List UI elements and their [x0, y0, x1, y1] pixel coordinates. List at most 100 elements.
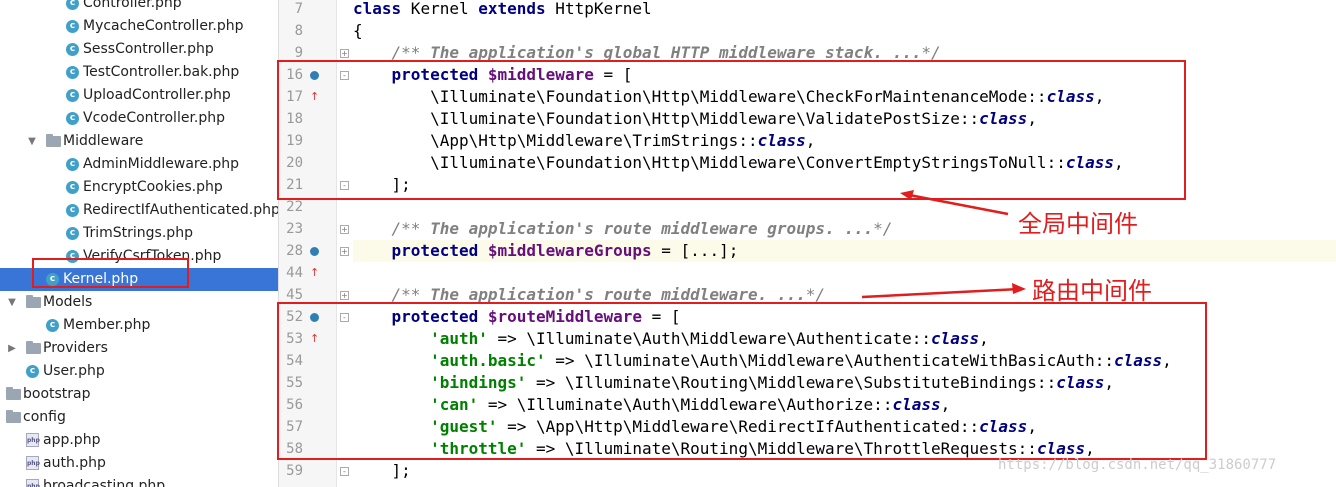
tree-item[interactable]: c User.php [0, 360, 278, 383]
code-line[interactable] [353, 262, 1336, 284]
tree-item[interactable]: config [0, 406, 278, 429]
tree-item[interactable]: c SessController.php [0, 38, 278, 61]
fold-expand-icon[interactable]: + [340, 225, 349, 234]
php-class-icon: c [66, 0, 79, 10]
folder-icon [6, 387, 21, 400]
code-line[interactable]: protected $middlewareGroups = [...]; [353, 240, 1336, 262]
tree-item-label: Providers [43, 340, 108, 356]
tree-item-label: User.php [43, 363, 105, 379]
folder-icon [26, 341, 41, 354]
tree-item-label: EncryptCookies.php [83, 179, 223, 195]
tree-item-label: auth.php [43, 455, 106, 471]
tree-item-label: bootstrap [23, 386, 91, 402]
code-token: Kernel [401, 0, 479, 18]
code-line[interactable]: /** The application's route middleware g… [353, 218, 1336, 240]
code-token: protected [391, 241, 479, 260]
line-number: 44 [286, 265, 303, 281]
tree-item-label: Models [43, 294, 93, 310]
php-class-icon: c [66, 112, 79, 125]
tree-item-label: broadcasting.php [43, 478, 166, 487]
php-class-icon: c [66, 66, 79, 79]
folder-icon [26, 295, 41, 308]
override-marker-icon[interactable]: ↑ [310, 240, 326, 279]
project-tree-panel: c Controller.php c MycacheController.php c Se… [0, 0, 279, 487]
php-file-icon: php [26, 456, 40, 470]
php-class-icon: c [46, 319, 59, 332]
tree-item-label: RedirectIfAuthenticated.php [83, 202, 279, 218]
line-number: 59 [286, 463, 303, 479]
tree-item[interactable]: c Controller.php [0, 0, 278, 15]
php-class-icon: c [66, 158, 79, 171]
tree-item-label: config [23, 409, 66, 425]
tree-item[interactable]: c TestController.bak.php [0, 61, 278, 84]
code-token: /** [391, 219, 431, 238]
tree-item[interactable]: c UploadController.php [0, 84, 278, 107]
php-file-icon: php [26, 479, 40, 487]
code-token: { [353, 21, 363, 40]
global-middleware-highlight-box [277, 60, 1186, 200]
tree-item[interactable]: php broadcasting.php [0, 475, 278, 487]
tree-item-label: MycacheController.php [83, 18, 244, 34]
line-number: 8 [294, 23, 303, 39]
line-number: 7 [294, 1, 303, 17]
watermark: https://blog.csdn.net/qq_31860777 [998, 457, 1277, 473]
tree-item-label: Middleware [63, 133, 144, 149]
chevron-down-icon[interactable]: ▼ [26, 130, 38, 153]
tree-item-label: UploadController.php [83, 87, 231, 103]
route-middleware-highlight-box [277, 302, 1207, 460]
tree-item-label: Member.php [63, 317, 151, 333]
code-token: */ [873, 219, 893, 238]
php-class-icon: c [66, 227, 79, 240]
php-class-icon: c [66, 89, 79, 102]
folder-icon [6, 410, 21, 423]
php-class-icon: c [66, 43, 79, 56]
code-token: HttpKernel [545, 0, 652, 18]
tree-item[interactable]: ▼ Models [0, 291, 278, 314]
tree-item[interactable]: c MycacheController.php [0, 15, 278, 38]
kernel-file-highlight-box [32, 258, 189, 288]
chevron-down-icon[interactable]: ▼ [6, 291, 18, 314]
tree-item[interactable]: php auth.php [0, 452, 278, 475]
code-token: The application's route middleware group… [430, 219, 874, 238]
tree-item[interactable]: c VcodeController.php [0, 107, 278, 130]
route-middleware-label: 路由中间件 [1032, 277, 1152, 305]
tree-item-label: Controller.php [83, 0, 182, 11]
tree-item[interactable]: php app.php [0, 429, 278, 452]
chevron-right-icon[interactable]: ▶ [6, 337, 18, 360]
fold-expand-icon[interactable]: + [340, 291, 349, 300]
code-line[interactable]: { [353, 20, 1336, 42]
php-file-icon: php [26, 433, 40, 447]
code-token: = [...]; [651, 241, 739, 260]
tree-item-label: TestController.bak.php [83, 64, 240, 80]
folder-icon [46, 134, 61, 147]
code-token: ]; [353, 461, 411, 480]
php-class-icon: c [66, 204, 79, 217]
tree-item[interactable]: c RedirectIfAuthenticated.php [0, 199, 278, 222]
code-line[interactable]: class Kernel extends HttpKernel [353, 0, 1336, 20]
tree-item[interactable]: c TrimStrings.php [0, 222, 278, 245]
tree-item[interactable]: bootstrap [0, 383, 278, 406]
tree-item-label: SessController.php [83, 41, 214, 57]
fold-collapse-icon[interactable]: - [340, 467, 349, 476]
php-class-icon: c [66, 181, 79, 194]
tree-item[interactable]: c AdminMiddleware.php [0, 153, 278, 176]
php-class-icon: c [66, 20, 79, 33]
code-token: class [353, 0, 402, 18]
tree-item[interactable]: ▶ Providers [0, 337, 278, 360]
tree-item[interactable]: ▼ Middleware [0, 130, 278, 153]
tree-item[interactable]: c Member.php [0, 314, 278, 337]
code-token: extends [478, 0, 546, 18]
tree-item-label: TrimStrings.php [83, 225, 193, 241]
fold-expand-icon[interactable]: + [340, 247, 349, 256]
fold-expand-icon[interactable]: + [340, 49, 349, 58]
tree-item-label: AdminMiddleware.php [83, 156, 240, 172]
tree-item[interactable]: c EncryptCookies.php [0, 176, 278, 199]
global-middleware-label: 全局中间件 [1018, 210, 1138, 238]
tree-item-label: VcodeController.php [83, 110, 226, 126]
line-number: 23 [286, 221, 303, 237]
line-number: 28 [286, 243, 303, 259]
php-class-icon: c [26, 365, 39, 378]
